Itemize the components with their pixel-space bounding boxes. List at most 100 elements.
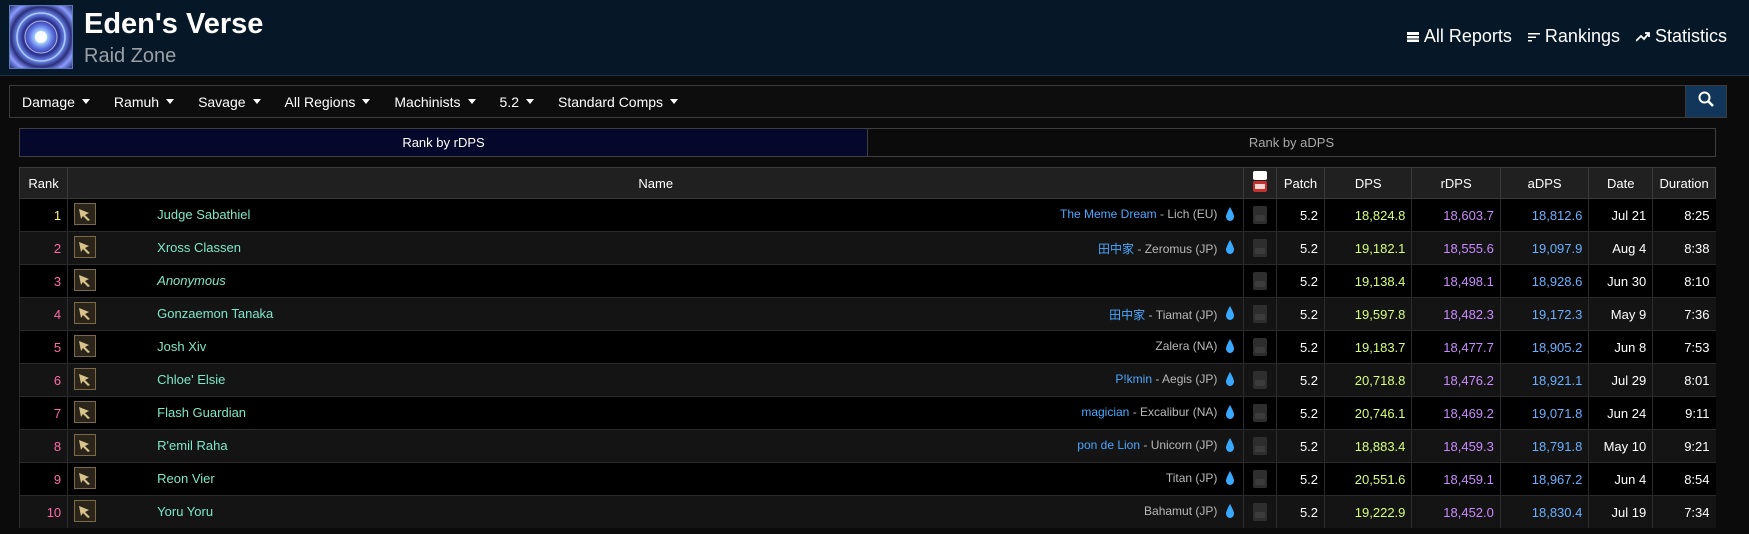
video-cell [1243, 495, 1277, 528]
server-name: - Lich (EU) [1156, 207, 1218, 221]
rank-value: 7 [53, 405, 62, 421]
col-header-rank[interactable]: Rank [18, 167, 69, 199]
youtube-icon[interactable] [1253, 371, 1268, 389]
filter-metric-dropdown[interactable]: Damage [10, 86, 102, 117]
table-row[interactable]: 8 R'emil Raha pon de Lion - Unicorn (JP) 5.… [18, 429, 1716, 463]
nav-all-reports[interactable]: All Reports [1406, 26, 1512, 47]
date-cell: May 9 [1588, 297, 1653, 331]
guild-name-link[interactable]: 田中家 [1098, 242, 1134, 256]
duration-cell: 8:54 [1652, 462, 1716, 496]
machinist-job-icon [74, 302, 97, 324]
patch-cell: 5.2 [1275, 363, 1325, 397]
fantasia-drop-icon [1226, 438, 1235, 455]
filter-patch-dropdown[interactable]: 5.2 [488, 86, 546, 117]
table-row[interactable]: 1 Judge Sabathiel The Meme Dream - Lich (E… [18, 198, 1716, 232]
youtube-icon[interactable] [1253, 305, 1268, 323]
tab-rank-by-rdps[interactable]: Rank by rDPS [20, 129, 868, 156]
youtube-icon[interactable] [1253, 437, 1268, 455]
table-row[interactable]: 2 Xross Classen 田中家 - Zeromus (JP) 5.2 19,18… [18, 231, 1716, 265]
rank-cell: 6 [18, 363, 68, 397]
filter-label: Savage [198, 93, 246, 110]
col-header-name[interactable]: Name [67, 167, 1245, 199]
dps-cell: 19,222.9 [1324, 495, 1412, 528]
table-row[interactable]: 10 Yoru Yoru Bahamut (JP) 5.2 19,222.9 18,452… [18, 495, 1716, 528]
search-button[interactable] [1685, 86, 1726, 117]
date-cell: Jul 29 [1588, 363, 1653, 397]
filter-boss-dropdown[interactable]: Ramuh [102, 86, 186, 117]
rank-value: 3 [53, 273, 62, 289]
table-row[interactable]: 6 Chloe' Elsie P!kmin - Aegis (JP) 5.2 20,71… [18, 363, 1716, 397]
col-header-duration[interactable]: Duration [1652, 167, 1716, 199]
caret-down-icon [166, 99, 175, 104]
nav-statistics-label: Statistics [1654, 26, 1727, 46]
table-row[interactable]: 9 Reon Vier Titan (JP) 5.2 20,551.6 18,459.1 1… [18, 462, 1716, 496]
guild-name-link[interactable]: pon de Lion [1077, 438, 1140, 452]
dps-cell: 19,182.1 [1324, 231, 1412, 265]
table-row[interactable]: 5 Josh Xiv Zalera (NA) 5.2 19,183.7 18,477.7 1… [18, 330, 1716, 364]
rank-mode-tabs: Rank by rDPS Rank by aDPS [19, 128, 1716, 157]
nav-statistics[interactable]: Statistics [1635, 26, 1727, 47]
player-name-link[interactable]: Josh Xiv [157, 339, 206, 354]
youtube-icon[interactable] [1253, 239, 1268, 257]
col-header-dps[interactable]: DPS [1324, 167, 1413, 199]
adps-cell: 18,905.2 [1499, 330, 1589, 364]
player-name-link[interactable]: Reon Vier [157, 471, 215, 486]
col-header-date[interactable]: Date [1588, 167, 1654, 199]
server-name: Bahamut (JP) [1144, 504, 1218, 518]
nav-rankings[interactable]: Rankings [1527, 26, 1620, 47]
youtube-icon[interactable] [1253, 470, 1268, 488]
adps-cell: 18,967.2 [1499, 462, 1589, 496]
rank-value: 8 [53, 438, 62, 454]
adps-cell: 18,921.1 [1499, 363, 1589, 397]
player-name-link[interactable]: Yoru Yoru [157, 504, 213, 519]
rank-value: 1 [53, 207, 62, 223]
patch-cell: 5.2 [1275, 495, 1325, 528]
caret-down-icon [81, 99, 90, 104]
rdps-cell: 18,459.3 [1411, 429, 1501, 463]
youtube-icon[interactable] [1253, 206, 1268, 224]
player-name-link[interactable]: Gonzaemon Tanaka [157, 306, 273, 321]
video-cell [1243, 363, 1277, 397]
duration-cell: 7:53 [1652, 330, 1716, 364]
player-name-link[interactable]: Judge Sabathiel [157, 207, 250, 222]
table-row[interactable]: 7 Flash Guardian magician - Excalibur (NA)… [18, 396, 1716, 430]
table-row[interactable]: 4 Gonzaemon Tanaka 田中家 - Tiamat (JP) 5.2 19,… [18, 297, 1716, 331]
patch-cell: 5.2 [1275, 330, 1325, 364]
fantasia-drop-icon [1226, 471, 1235, 488]
rank-cell: 8 [18, 429, 68, 463]
player-name-link[interactable]: Anonymous [157, 273, 226, 288]
video-cell [1243, 330, 1277, 364]
col-header-patch[interactable]: Patch [1275, 167, 1326, 199]
col-header-adps[interactable]: aDPS [1499, 167, 1590, 199]
tab-rank-by-adps[interactable]: Rank by aDPS [868, 129, 1715, 156]
guild-server-info: The Meme Dream - Lich (EU) [1060, 207, 1217, 221]
rank-value: 9 [53, 471, 62, 487]
youtube-icon[interactable] [1253, 503, 1268, 521]
table-row[interactable]: 3 Anonymous 5.2 19,138.4 18,498.1 18,928.6 Jun… [18, 264, 1716, 298]
filter-comps-dropdown[interactable]: Standard Comps [546, 86, 690, 117]
player-name-link[interactable]: R'emil Raha [157, 438, 227, 453]
filter-difficulty-dropdown[interactable]: Savage [186, 86, 272, 117]
duration-cell: 9:11 [1652, 396, 1716, 430]
dps-cell: 18,824.8 [1324, 198, 1412, 232]
machinist-job-icon [74, 335, 97, 357]
duration-cell: 9:21 [1652, 429, 1716, 463]
player-name-link[interactable]: Xross Classen [157, 240, 241, 255]
guild-server-info: pon de Lion - Unicorn (JP) [1077, 438, 1217, 452]
filter-region-dropdown[interactable]: All Regions [273, 86, 383, 117]
youtube-icon[interactable] [1253, 272, 1268, 290]
table-header-row: Rank Name Patch DPS rDPS aDPS Date Durat… [18, 167, 1716, 199]
name-cell: Chloe' Elsie P!kmin - Aegis (JP) [67, 363, 1244, 397]
col-header-rdps[interactable]: rDPS [1411, 167, 1501, 199]
filter-class-dropdown[interactable]: Machinists [382, 86, 487, 117]
youtube-icon[interactable] [1253, 338, 1268, 356]
guild-name-link[interactable]: P!kmin [1115, 372, 1152, 386]
guild-name-link[interactable]: magician [1081, 405, 1129, 419]
guild-name-link[interactable]: The Meme Dream [1060, 207, 1157, 221]
player-name-link[interactable]: Chloe' Elsie [157, 372, 225, 387]
date-cell: Jun 24 [1588, 396, 1653, 430]
guild-name-link[interactable]: 田中家 [1109, 308, 1145, 322]
youtube-icon[interactable] [1253, 404, 1268, 422]
adps-cell: 19,071.8 [1499, 396, 1589, 430]
player-name-link[interactable]: Flash Guardian [157, 405, 246, 420]
